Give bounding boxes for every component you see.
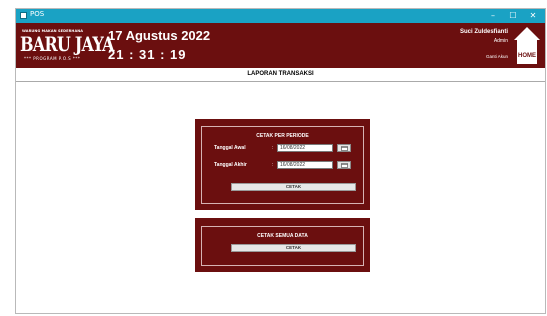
start-date-label: Tanggal Awal — [214, 145, 246, 151]
logo-name: BARU JAYA — [20, 32, 114, 56]
period-group: CETAK PER PERIODE Tanggal Awal : 16/08/2… — [201, 126, 364, 204]
minimize-button[interactable]: – — [483, 9, 503, 23]
title-bar: POS – ☐ ✕ — [16, 9, 545, 23]
print-period-button[interactable]: CETAK — [231, 183, 356, 191]
current-time: 21 : 31 : 19 — [108, 47, 187, 62]
print-all-button[interactable]: CETAK — [231, 244, 356, 252]
window-title: POS — [30, 10, 45, 18]
end-date-label: Tanggal Akhir — [214, 162, 247, 168]
close-button[interactable]: ✕ — [523, 9, 543, 23]
title-divider — [16, 81, 545, 82]
user-name: Suci Zuldesfianti — [459, 29, 508, 35]
all-print-panel: CETAK SEMUA DATA CETAK — [195, 218, 370, 272]
start-date-colon: : — [272, 145, 274, 151]
home-button[interactable]: HOME — [513, 26, 541, 66]
maximize-button[interactable]: ☐ — [503, 9, 523, 23]
home-label: HOME — [518, 53, 536, 59]
app-window: POS – ☐ ✕ WARUNG MAKAN SEDERHANA BARU JA… — [15, 8, 546, 314]
start-date-input[interactable]: 16/08/2022 — [277, 144, 333, 152]
logo-subtitle: *** PROGRAM P.O.S *** — [24, 56, 81, 61]
calendar-icon — [341, 146, 348, 151]
end-date-input[interactable]: 16/08/2022 — [277, 161, 333, 169]
end-date-calendar-button[interactable] — [337, 161, 351, 169]
period-print-panel: CETAK PER PERIODE Tanggal Awal : 16/08/2… — [195, 119, 370, 210]
header-bar: WARUNG MAKAN SEDERHANA BARU JAYA *** PRO… — [16, 23, 545, 68]
current-date: 17 Agustus 2022 — [108, 28, 211, 43]
period-panel-title: CETAK PER PERIODE — [254, 133, 311, 139]
all-panel-title: CETAK SEMUA DATA — [255, 233, 310, 239]
start-date-calendar-button[interactable] — [337, 144, 351, 152]
end-date-colon: : — [272, 162, 274, 168]
window-icon — [20, 12, 27, 19]
home-icon — [514, 27, 540, 64]
switch-account-link[interactable]: Ganti Akun — [486, 54, 508, 59]
page-title: LAPORAN TRANSAKSI — [247, 71, 314, 77]
calendar-icon — [341, 163, 348, 168]
user-role: Admin — [493, 38, 508, 44]
all-data-group: CETAK SEMUA DATA CETAK — [201, 226, 364, 266]
